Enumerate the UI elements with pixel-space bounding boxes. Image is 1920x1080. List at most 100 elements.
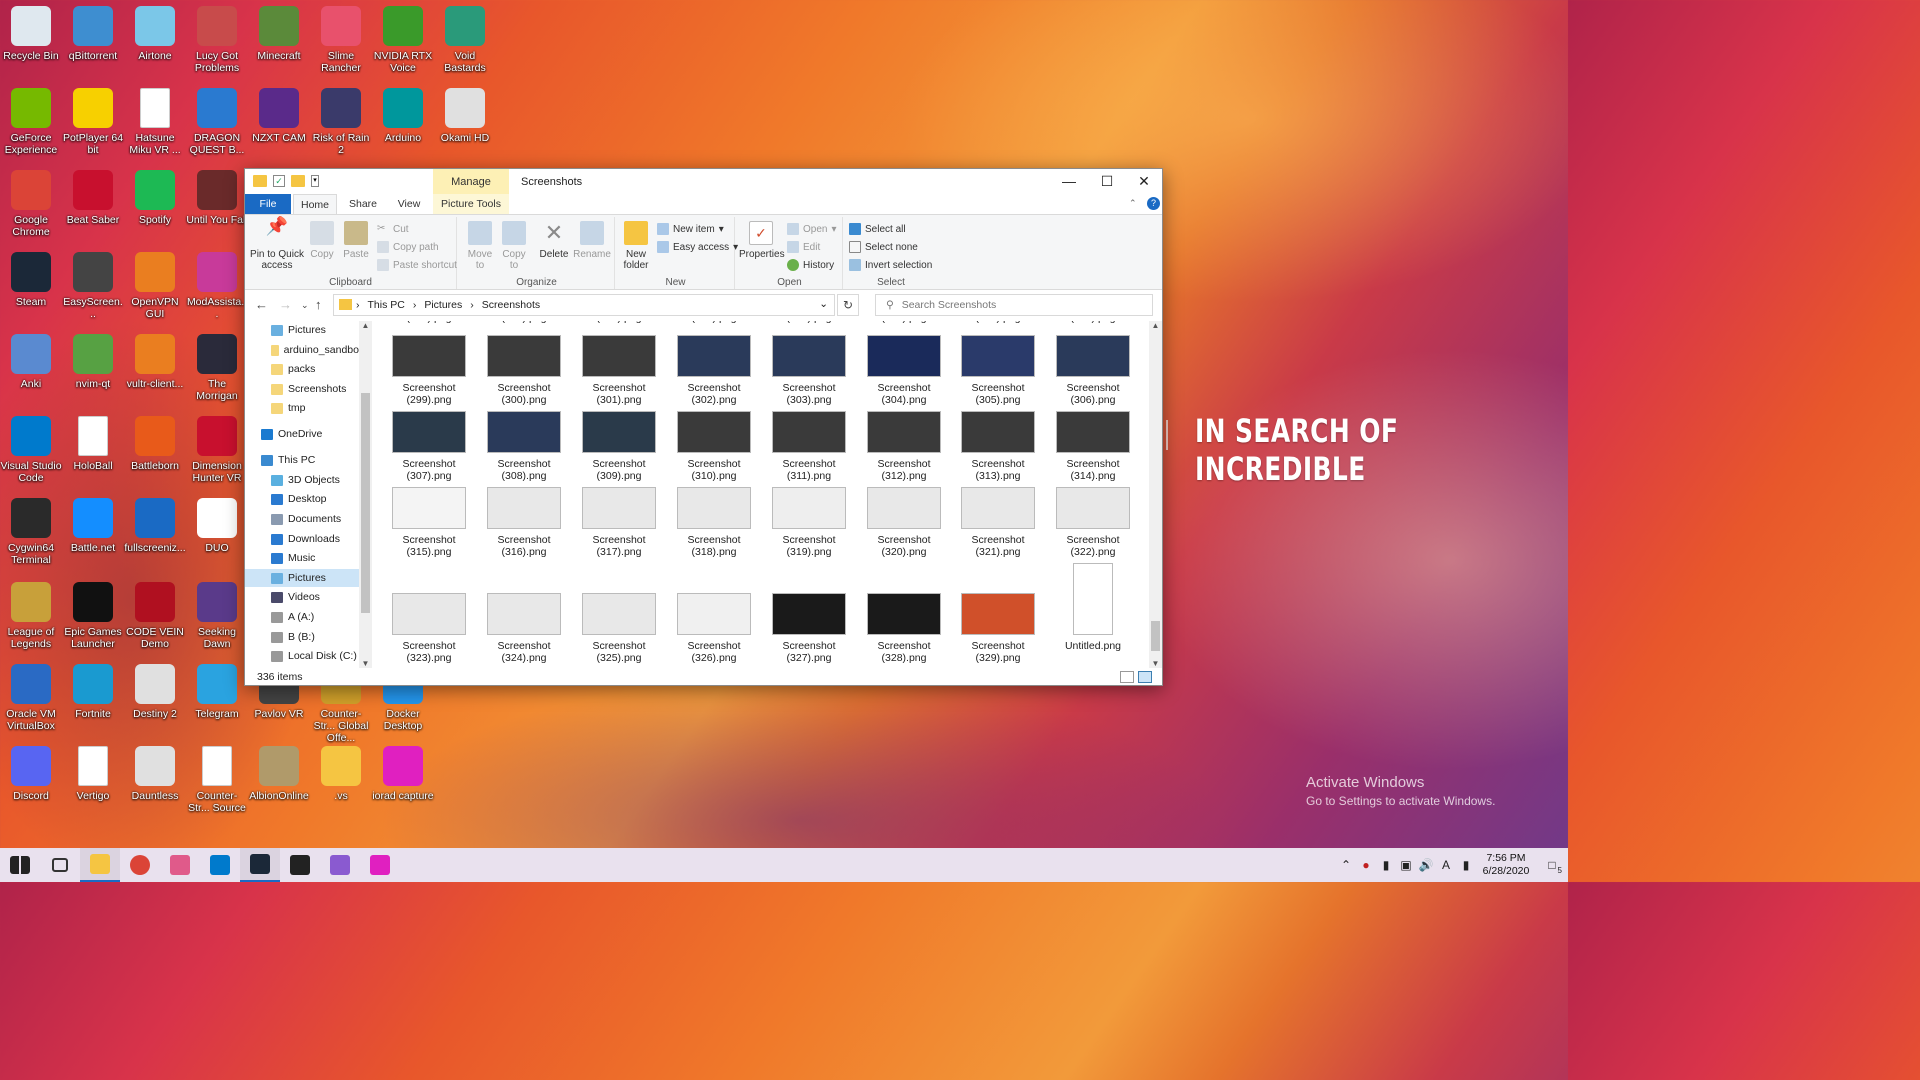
nav-item-a-a[interactable]: A (A:)	[245, 608, 359, 626]
file-tile[interactable]: Screenshot (329).png	[956, 593, 1040, 664]
show-hidden-icons-icon[interactable]: ⌃	[1337, 858, 1355, 872]
nav-scroll-thumb[interactable]	[361, 393, 370, 613]
file-tile[interactable]: Untitled.png	[1051, 563, 1135, 652]
file-tile[interactable]: Screenshot (321).png	[956, 487, 1040, 558]
file-tile[interactable]: Screenshot (324).png	[482, 593, 566, 664]
scroll-down-icon[interactable]: ▼	[359, 659, 372, 668]
file-tile[interactable]: Screenshot (309).png	[577, 411, 661, 482]
new-folder-button[interactable]: New folder	[619, 221, 653, 271]
address-bar[interactable]: › This PC › Pictures › Screenshots ⌄	[333, 294, 835, 316]
recent-locations-icon[interactable]: ⌄	[301, 300, 309, 311]
file-tile[interactable]: Screenshot (299).png	[387, 335, 471, 406]
partial-file-label[interactable]: (295).png	[767, 321, 851, 326]
back-arrow-icon[interactable]: ←	[255, 297, 268, 312]
desktop-icon-modassista[interactable]: ModAssista...	[186, 252, 248, 320]
file-tile[interactable]: Screenshot (308).png	[482, 411, 566, 482]
partial-file-label[interactable]: (298).png	[1051, 321, 1135, 326]
file-tile[interactable]: Screenshot (323).png	[387, 593, 471, 664]
volume-icon[interactable]: 🔊	[1417, 858, 1435, 872]
breadcrumb-this-pc[interactable]: This PC	[368, 299, 405, 311]
desktop-icon-discord[interactable]: Discord	[0, 746, 62, 802]
nav-item-this-pc[interactable]: This PC	[245, 451, 359, 469]
scroll-down-icon[interactable]: ▼	[1149, 659, 1162, 668]
invert-selection-button[interactable]: Invert selection	[849, 259, 932, 271]
large-icons-view-icon[interactable]	[1138, 671, 1152, 683]
taskbar-task-view[interactable]	[40, 848, 80, 882]
copy-to-button[interactable]: Copy to	[499, 221, 529, 271]
rename-button[interactable]: Rename	[573, 221, 611, 260]
taskbar-iorad[interactable]	[360, 848, 400, 882]
nav-item-videos[interactable]: Videos	[245, 588, 359, 606]
file-tile[interactable]: Screenshot (326).png	[672, 593, 756, 664]
desktop-icon-duo[interactable]: DUO	[186, 498, 248, 554]
desktop-icon-holoball[interactable]: HoloBall	[62, 416, 124, 472]
desktop-icon-anki[interactable]: Anki	[0, 334, 62, 390]
properties-check-icon[interactable]: ✓	[273, 175, 285, 187]
file-tile[interactable]: Screenshot (316).png	[482, 487, 566, 558]
nav-item-packs[interactable]: packs	[245, 360, 359, 378]
nav-item-desktop[interactable]: Desktop	[245, 490, 359, 508]
file-tile[interactable]: Screenshot (304).png	[862, 335, 946, 406]
input-language-icon[interactable]: A	[1437, 858, 1455, 872]
desktop-icon-iorad-capture[interactable]: iorad capture	[372, 746, 434, 802]
tab-file[interactable]: File	[245, 194, 291, 214]
desktop-icon-code-vein-demo[interactable]: CODE VEIN Demo	[124, 582, 186, 650]
desktop-icon-minecraft[interactable]: Minecraft	[248, 6, 310, 62]
file-tile[interactable]: Screenshot (313).png	[956, 411, 1040, 482]
edit-button[interactable]: Edit	[787, 241, 820, 253]
properties-button[interactable]: ✓ Properties	[739, 221, 785, 260]
desktop-icon-fullscreeniz[interactable]: fullscreeniz...	[124, 498, 186, 554]
nav-item-tmp[interactable]: tmp	[245, 399, 359, 417]
pin-quick-access-button[interactable]: 📌 Pin to Quick access	[249, 217, 305, 271]
file-tile[interactable]: Screenshot (325).png	[577, 593, 661, 664]
copy-button[interactable]: Copy	[307, 221, 337, 260]
file-tile[interactable]: Screenshot (328).png	[862, 593, 946, 664]
tab-view[interactable]: View	[387, 194, 431, 214]
file-tile[interactable]: Screenshot (322).png	[1051, 487, 1135, 558]
desktop-icon-vultr-client[interactable]: vultr-client...	[124, 334, 186, 390]
open-button[interactable]: Open ▾	[787, 223, 837, 235]
desktop-icon-recycle-bin[interactable]: Recycle Bin	[0, 6, 62, 62]
up-arrow-icon[interactable]: ↑	[315, 297, 322, 312]
collapse-ribbon-icon[interactable]: ⌃	[1129, 198, 1137, 209]
desktop-icon-lucy-got-problems[interactable]: Lucy Got Problems	[186, 6, 248, 74]
desktop-icon-potplayer-64-bit[interactable]: PotPlayer 64 bit	[62, 88, 124, 156]
nav-item-onedrive[interactable]: OneDrive	[245, 425, 359, 443]
content-scrollbar[interactable]: ▲ ▼	[1149, 321, 1162, 668]
paste-shortcut-button[interactable]: Paste shortcut	[377, 259, 457, 271]
partial-file-label[interactable]: (291).png	[387, 321, 471, 326]
tab-home[interactable]: Home	[293, 194, 337, 214]
file-tile[interactable]: Screenshot (303).png	[767, 335, 851, 406]
close-button[interactable]: ✕	[1125, 169, 1163, 193]
nav-item-downloads[interactable]: Downloads	[245, 530, 359, 548]
taskbar-chrome[interactable]	[120, 848, 160, 882]
desktop-icon-counter-str-source[interactable]: Counter-Str... Source	[186, 746, 248, 814]
desktop-icon-epic-games-launcher[interactable]: Epic Games Launcher	[62, 582, 124, 650]
desktop-icon-nzxt-cam[interactable]: NZXT CAM	[248, 88, 310, 144]
microphone-icon[interactable]: ▮	[1377, 858, 1395, 872]
file-tile[interactable]: Screenshot (312).png	[862, 411, 946, 482]
desktop-icon-visual-studio-code[interactable]: Visual Studio Code	[0, 416, 62, 484]
desktop-icon-risk-of-rain-2[interactable]: Risk of Rain 2	[310, 88, 372, 156]
customize-qat-icon[interactable]: ▾	[311, 175, 319, 187]
desktop-icon-google-chrome[interactable]: Google Chrome	[0, 170, 62, 238]
desktop-icon-league-of-legends[interactable]: League of Legends	[0, 582, 62, 650]
partial-file-label[interactable]: (293).png	[577, 321, 661, 326]
file-tile[interactable]: Screenshot (311).png	[767, 411, 851, 482]
nav-item-screenshots[interactable]: Screenshots	[245, 380, 359, 398]
nav-item-local-disk-c[interactable]: Local Disk (C:)	[245, 647, 359, 665]
partial-file-label[interactable]: (296).png	[862, 321, 946, 326]
move-to-button[interactable]: Move to	[465, 221, 495, 271]
minimize-button[interactable]: —	[1050, 169, 1088, 193]
new-folder-icon[interactable]	[291, 175, 305, 187]
desktop-icon-steam[interactable]: Steam	[0, 252, 62, 308]
file-tile[interactable]: Screenshot (300).png	[482, 335, 566, 406]
desktop-icon-nvidia-rtx-voice[interactable]: NVIDIA RTX Voice	[372, 6, 434, 74]
file-tile[interactable]: Screenshot (318).png	[672, 487, 756, 558]
forward-arrow-icon[interactable]: →	[279, 297, 292, 312]
manage-contextual-tab[interactable]: Manage	[433, 169, 509, 194]
desktop-icon-dimension-hunter-vr[interactable]: Dimension Hunter VR	[186, 416, 248, 484]
desktop-icon-cygwin64-terminal[interactable]: Cygwin64 Terminal	[0, 498, 62, 566]
taskbar-steam[interactable]	[240, 848, 280, 882]
desktop-icon-slime-rancher[interactable]: Slime Rancher	[310, 6, 372, 74]
